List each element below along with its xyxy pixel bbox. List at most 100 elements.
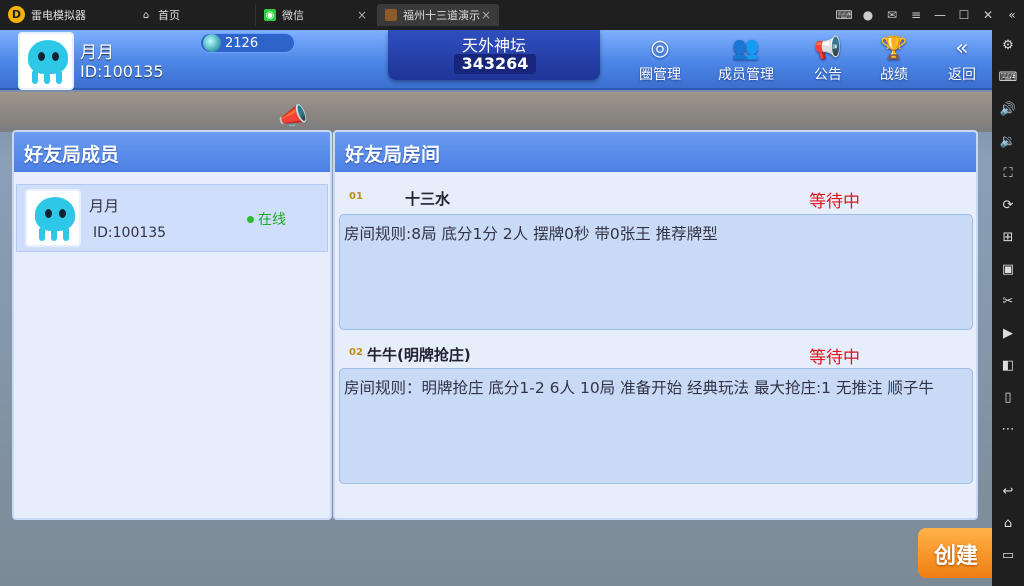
rooms-panel-title: 好友局房间 bbox=[335, 132, 976, 172]
megaphone-icon: 📢 bbox=[814, 35, 842, 61]
circle-manage-button[interactable]: ◎ 圈管理 bbox=[632, 34, 688, 86]
octopus-icon bbox=[28, 40, 68, 74]
room-status: 等待中 bbox=[809, 192, 860, 212]
club-number: 343264 bbox=[454, 54, 536, 74]
video-icon[interactable]: ◧ bbox=[992, 354, 1024, 376]
keyboard-icon[interactable]: ⌨ bbox=[992, 66, 1024, 88]
speaker-icon: 📣 bbox=[278, 102, 308, 130]
button-label: 公告 bbox=[814, 67, 842, 83]
room-number: 02 bbox=[349, 347, 363, 358]
close-tab-icon[interactable]: × bbox=[357, 8, 367, 22]
tab-label: 首页 bbox=[158, 9, 180, 22]
apk-icon[interactable]: ▣ bbox=[992, 258, 1024, 280]
collapse-icon[interactable]: « bbox=[1000, 4, 1024, 26]
avatar-leg bbox=[44, 70, 50, 84]
back-button[interactable]: « 返回 bbox=[940, 34, 984, 86]
emulator-sidebar: ⚙ ⌨ 🔊 🔉 ⛶ ⟳ ⊞ ▣ ✂ ▶ ◧ ▯ ⋯ ↩ ⌂ ▭ bbox=[992, 30, 1024, 586]
octopus-icon bbox=[35, 197, 75, 231]
fullscreen-icon[interactable]: ⛶ bbox=[992, 162, 1024, 184]
avatar-eye bbox=[59, 209, 66, 218]
record-icon[interactable]: ▶ bbox=[992, 322, 1024, 344]
volume-up-icon[interactable]: 🔊 bbox=[992, 98, 1024, 120]
list-item[interactable]: 月月 ID:100135 在线 bbox=[16, 184, 328, 252]
leidian-logo-icon: D bbox=[8, 6, 25, 23]
member-name: 月月 bbox=[89, 197, 120, 215]
members-panel: 好友局成员 月月 ID:100135 在线 bbox=[12, 130, 332, 520]
member-avatar bbox=[25, 189, 81, 247]
create-room-button[interactable]: 创建 bbox=[918, 528, 992, 578]
button-label: 圈管理 bbox=[639, 67, 681, 83]
room-name: 牛牛(明牌抢庄) bbox=[367, 346, 471, 364]
club-banner: 天外神坛 343264 bbox=[388, 30, 600, 80]
minimize-icon[interactable]: — bbox=[928, 4, 952, 26]
home-icon: ⌂ bbox=[142, 9, 150, 21]
diamond-icon bbox=[203, 34, 221, 52]
avatar-leg bbox=[56, 70, 62, 84]
room-name: 十三水 bbox=[405, 190, 451, 208]
emulator-app-name: 雷电模拟器 bbox=[31, 8, 86, 22]
coin-balance[interactable]: 2126 bbox=[200, 33, 295, 53]
tab-label: 福州十三道演示 bbox=[403, 9, 480, 22]
back-icon[interactable]: ↩ bbox=[992, 480, 1024, 502]
room-status: 等待中 bbox=[809, 348, 860, 368]
background-scenery bbox=[0, 92, 992, 132]
online-status: 在线 bbox=[247, 209, 286, 229]
mail-icon[interactable]: ✉ bbox=[880, 4, 904, 26]
close-window-icon[interactable]: ✕ bbox=[976, 4, 1000, 26]
avatar-leg bbox=[51, 227, 57, 241]
members-panel-title: 好友局成员 bbox=[14, 132, 330, 172]
room-number: 01 bbox=[349, 191, 363, 202]
recent-apps-icon[interactable]: ▭ bbox=[992, 544, 1024, 566]
rooms-panel: 好友局房间 01 十三水 等待中 房间规则:8局 底分1分 2人 摆牌0秒 带0… bbox=[333, 130, 978, 520]
online-label: 在线 bbox=[258, 212, 286, 228]
user-id: ID:100135 bbox=[80, 62, 164, 81]
online-dot-icon bbox=[247, 215, 254, 223]
add-app-icon[interactable]: ⊞ bbox=[992, 226, 1024, 248]
room-rules: 房间规则:8局 底分1分 2人 摆牌0秒 带0张王 推荐牌型 bbox=[339, 214, 973, 330]
maximize-icon[interactable]: ☐ bbox=[952, 4, 976, 26]
home-nav-icon[interactable]: ⌂ bbox=[992, 512, 1024, 534]
sync-icon[interactable]: ⟳ bbox=[992, 194, 1024, 216]
room-rules: 房间规则：明牌抢庄 底分1-2 6人 10局 准备开始 经典玩法 最大抢庄:1 … bbox=[339, 368, 973, 484]
button-label: 战绩 bbox=[880, 67, 908, 83]
tab-game[interactable]: 福州十三道演示 × bbox=[377, 4, 499, 26]
target-icon: ◎ bbox=[650, 35, 670, 61]
emulator-titlebar: D 雷电模拟器 ⌂ 首页 ◉ 微信 × 福州十三道演示 × ⌨ ● ✉ ≡ — … bbox=[0, 0, 1024, 30]
close-tab-icon[interactable]: × bbox=[481, 8, 491, 22]
avatar-leg bbox=[39, 227, 45, 241]
announcement-button[interactable]: 📢 公告 bbox=[806, 34, 850, 86]
shake-icon[interactable]: ▯ bbox=[992, 386, 1024, 408]
back-arrow-icon: « bbox=[955, 35, 969, 61]
wechat-icon: ◉ bbox=[264, 9, 276, 21]
avatar-eye bbox=[45, 209, 52, 218]
game-screen: 月月 ID:100135 2126 天外神坛 343264 ◎ 圈管理 👥 成员… bbox=[0, 30, 992, 586]
club-name: 天外神坛 bbox=[461, 36, 526, 55]
scissors-icon[interactable]: ✂ bbox=[992, 290, 1024, 312]
emulator-brand: D 雷电模拟器 bbox=[8, 6, 86, 23]
members-icon: 👥 bbox=[732, 35, 760, 61]
member-id: ID:100135 bbox=[93, 225, 167, 241]
avatar[interactable] bbox=[18, 32, 74, 90]
avatar-leg bbox=[32, 70, 38, 84]
game-icon bbox=[385, 9, 397, 21]
button-label: 返回 bbox=[948, 67, 976, 83]
button-label: 成员管理 bbox=[718, 67, 774, 83]
more-icon[interactable]: ⋯ bbox=[992, 418, 1024, 440]
user-name: 月月 bbox=[80, 43, 114, 63]
coin-count: 2126 bbox=[225, 35, 259, 51]
tab-home[interactable]: ⌂ 首页 bbox=[132, 4, 252, 26]
settings-icon[interactable]: ⚙ bbox=[992, 34, 1024, 56]
volume-down-icon[interactable]: 🔉 bbox=[992, 130, 1024, 152]
avatar-leg bbox=[63, 227, 69, 241]
window-controls: ⌨ ● ✉ ≡ — ☐ ✕ « bbox=[832, 4, 1024, 26]
trophy-icon: 🏆 bbox=[880, 35, 908, 61]
tab-wechat[interactable]: ◉ 微信 × bbox=[255, 4, 375, 26]
menu-icon[interactable]: ≡ bbox=[904, 4, 928, 26]
avatar-eye bbox=[38, 52, 45, 61]
member-manage-button[interactable]: 👥 成员管理 bbox=[710, 34, 782, 86]
avatar-eye bbox=[52, 52, 59, 61]
tab-label: 微信 bbox=[282, 9, 304, 22]
records-button[interactable]: 🏆 战绩 bbox=[872, 34, 916, 86]
account-icon[interactable]: ● bbox=[856, 4, 880, 26]
gamepad-icon[interactable]: ⌨ bbox=[832, 4, 856, 26]
